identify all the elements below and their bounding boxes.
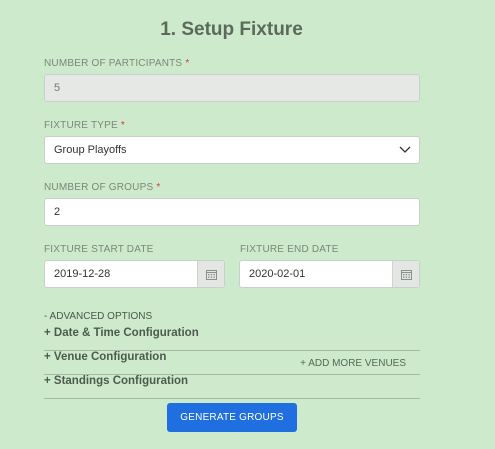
end-date-label: FIXTURE END DATE [240,244,339,255]
participants-value: 5 [54,82,61,94]
start-date-picker-button[interactable] [197,261,224,287]
start-date-value: 2019-12-28 [54,268,111,280]
add-more-venues-link[interactable]: + ADD MORE VENUES [300,358,406,369]
page-title: 1. Setup Fixture [160,19,303,40]
start-date-label: FIXTURE START DATE [44,244,154,255]
standings-config-label: + Standings Configuration [44,375,189,387]
datetime-config-label: + Date & Time Configuration [44,327,199,339]
fixture-type-label: FIXTURE TYPE * [44,120,125,131]
standings-config-section[interactable]: + Standings Configuration [44,375,420,399]
chevron-down-icon [399,146,411,153]
end-date-input[interactable]: 2020-02-01 [239,260,420,288]
venue-config-label: + Venue Configuration [44,351,167,363]
required-marker: * [156,182,161,193]
fixture-type-select[interactable]: Group Playoffs [44,136,420,164]
venue-config-section[interactable]: + Venue Configuration + ADD MORE VENUES [44,351,420,375]
start-date-input[interactable]: 2019-12-28 [44,260,225,288]
calendar-icon [205,269,217,280]
groups-input[interactable]: 2 [44,198,420,226]
fixture-type-value: Group Playoffs [54,144,127,156]
participants-label: NUMBER OF PARTICIPANTS * [44,58,190,69]
groups-value: 2 [54,206,61,218]
required-marker: * [185,58,190,69]
groups-label: NUMBER OF GROUPS * [44,182,161,193]
required-marker: * [120,120,125,131]
calendar-icon [400,269,412,280]
advanced-options-toggle[interactable]: - ADVANCED OPTIONS [44,311,152,322]
generate-groups-button[interactable]: GENERATE GROUPS [167,403,297,432]
end-date-picker-button[interactable] [392,261,419,287]
end-date-value: 2020-02-01 [249,268,306,280]
participants-input[interactable]: 5 [44,74,420,102]
datetime-config-section[interactable]: + Date & Time Configuration [44,327,420,351]
